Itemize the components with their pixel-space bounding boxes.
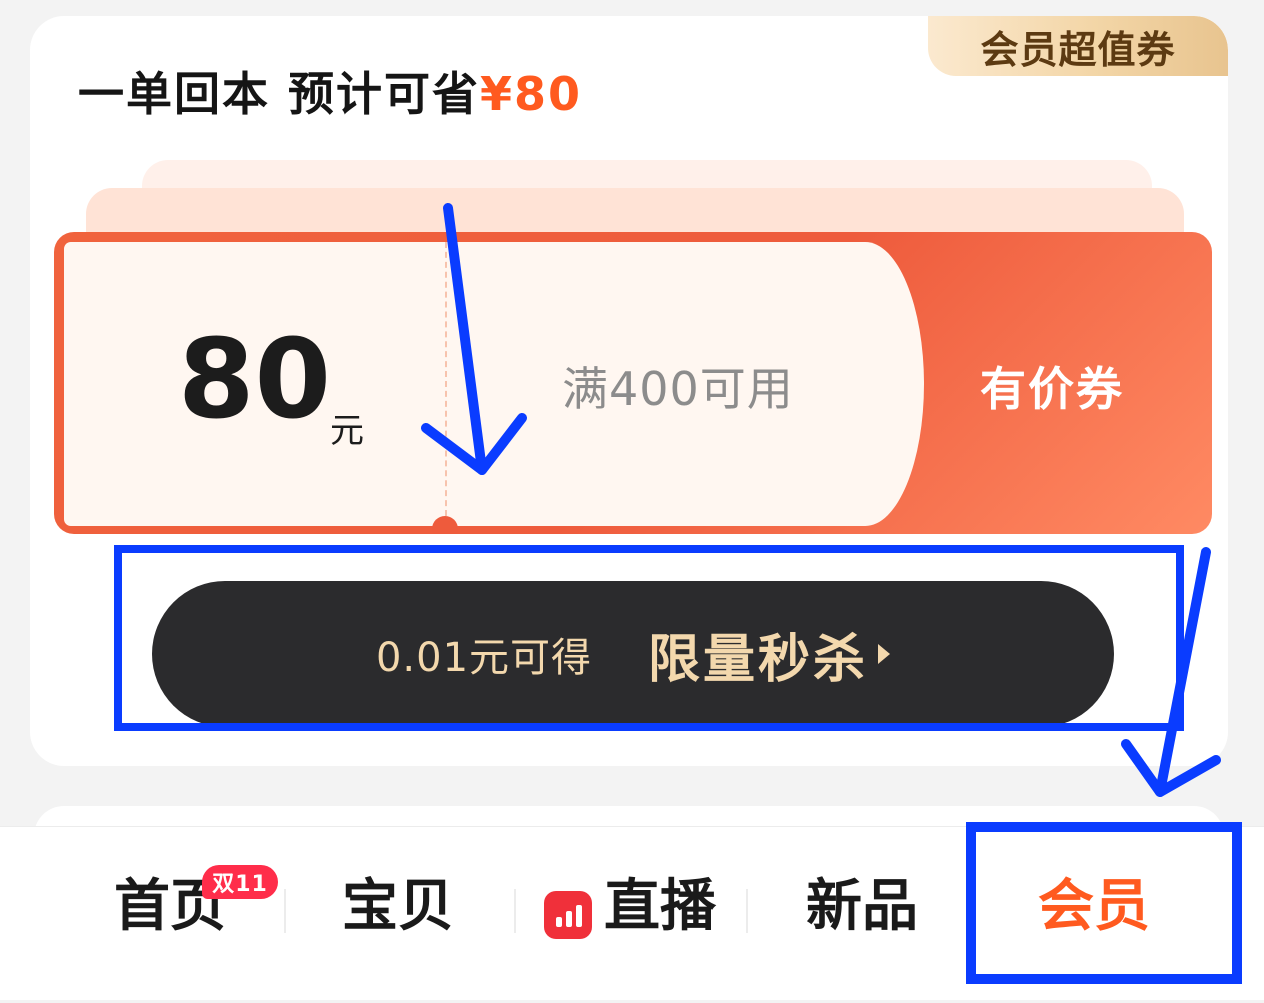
member-coupon-card: 会员超值券 一单回本 预计可省¥80 80 元 满400可用 有价券 0.01元… — [30, 16, 1228, 766]
chevron-right-icon — [878, 644, 891, 664]
tab-separator — [514, 889, 516, 933]
flash-sale-price-label: 0.01元可得 — [375, 635, 593, 681]
flash-sale-button[interactable]: 0.01元可得 限量秒杀 — [152, 581, 1114, 727]
coupon-type-label: 有价券 — [980, 362, 1124, 416]
coupon-divider — [445, 242, 447, 516]
coupon-amount: 80 — [178, 315, 332, 443]
member-value-tag: 会员超值券 — [928, 16, 1228, 76]
tab-separator — [284, 889, 286, 933]
tab-items-label: 宝贝 — [342, 874, 454, 939]
live-bars-icon — [544, 891, 592, 939]
tab-live-label: 直播 — [604, 874, 716, 939]
tab-new-label: 新品 — [806, 874, 918, 939]
coupon-unit: 元 — [330, 411, 364, 451]
headline: 一单回本 预计可省¥80 — [78, 58, 582, 124]
tab-member[interactable]: 会员 — [1038, 879, 1150, 935]
coupon[interactable]: 80 元 满400可用 有价券 — [54, 232, 1212, 534]
tab-separator — [746, 889, 748, 933]
double11-badge: 双11 — [202, 865, 278, 899]
flash-sale-label: 限量秒杀 — [648, 629, 869, 690]
tab-items[interactable]: 宝贝 — [342, 879, 454, 935]
tab-member-label: 会员 — [1038, 874, 1150, 939]
savings-amount: ¥80 — [480, 67, 583, 121]
bottom-tab-bar: 首页 双11 宝贝 直播 新品 会员 — [0, 826, 1264, 1000]
tab-new[interactable]: 新品 — [806, 879, 918, 935]
tab-live[interactable]: 直播 — [604, 879, 716, 935]
headline-text: 一单回本 预计可省 — [78, 67, 481, 121]
coupon-condition: 满400可用 — [562, 362, 794, 416]
